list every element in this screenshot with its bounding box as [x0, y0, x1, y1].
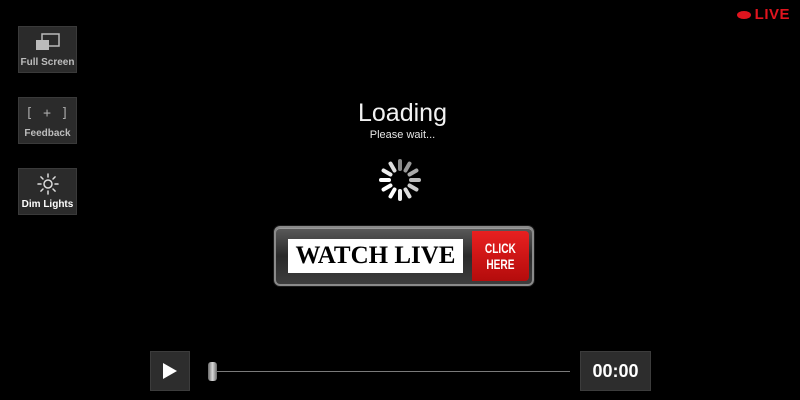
seek-bar-handle[interactable]	[208, 362, 217, 381]
watch-live-button[interactable]: WATCH LIVE CLICK HERE	[274, 226, 534, 286]
click-here-line1: CLICK	[485, 240, 516, 256]
play-button[interactable]	[150, 351, 190, 391]
sun-icon	[36, 169, 60, 199]
loading-subtitle: Please wait...	[369, 129, 436, 141]
watch-live-label: WATCH LIVE	[288, 239, 463, 273]
play-icon	[163, 363, 177, 379]
live-label: LIVE	[754, 6, 790, 23]
live-dot-icon	[736, 10, 751, 19]
fullscreen-button[interactable]: Full Screen	[18, 26, 77, 73]
click-here-line2: HERE	[486, 256, 515, 272]
loading-message: Loading Please wait...	[0, 99, 800, 141]
time-display: 00:00	[580, 351, 651, 391]
loading-spinner-icon	[378, 158, 422, 202]
dim-lights-button[interactable]: Dim Lights	[18, 168, 77, 215]
fullscreen-icon	[33, 27, 63, 57]
live-indicator: LIVE	[736, 6, 790, 23]
seek-bar-track[interactable]	[214, 371, 570, 372]
fullscreen-label: Full Screen	[20, 57, 75, 68]
loading-title: Loading	[358, 99, 447, 127]
dim-lights-label: Dim Lights	[21, 199, 74, 210]
click-here-badge: CLICK HERE	[472, 231, 529, 281]
